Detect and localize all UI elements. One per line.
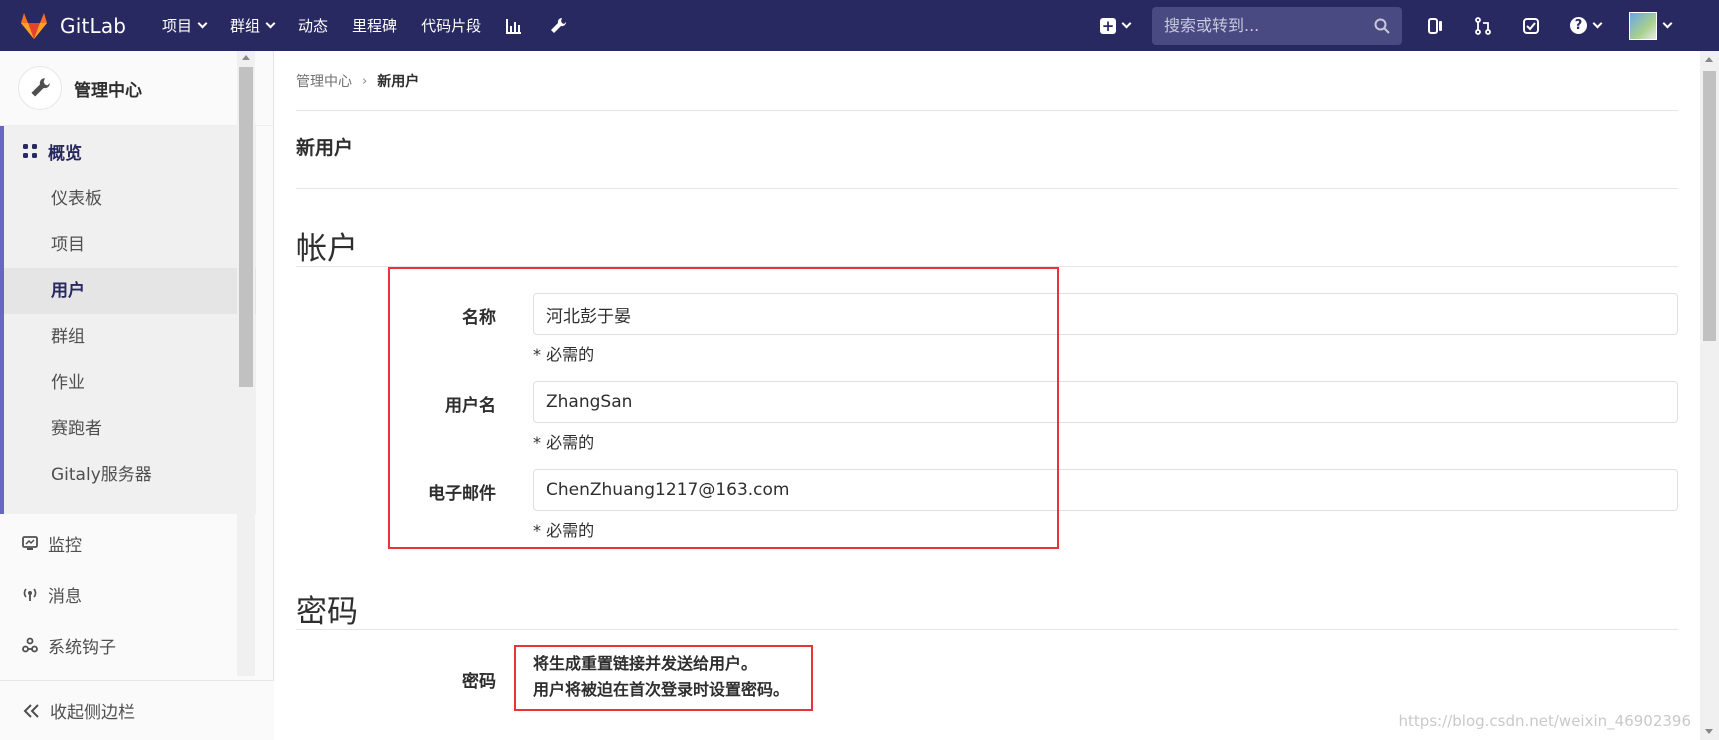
- chevron-down-icon: [1592, 18, 1603, 29]
- nav-activity[interactable]: 动态: [298, 15, 328, 36]
- nav-projects[interactable]: 项目: [162, 15, 208, 36]
- gitlab-logo-icon: [21, 12, 47, 39]
- sidebar-item-messages[interactable]: 消息: [0, 566, 256, 622]
- search-icon: [1374, 18, 1390, 34]
- password-section-title: 密码: [296, 594, 358, 630]
- gitlab-brand[interactable]: GitLab: [18, 10, 148, 42]
- brand-name: GitLab: [60, 13, 127, 38]
- nav-groups[interactable]: 群组: [230, 15, 276, 36]
- page-scroll-thumb[interactable]: [1703, 71, 1716, 341]
- sidebar-item-overview-label: 概览: [48, 143, 82, 164]
- password-label: 密码: [462, 672, 496, 692]
- page-title: 新用户: [296, 137, 354, 159]
- sidebar-item-monitoring-label: 监控: [48, 535, 82, 556]
- broadcast-icon: [22, 586, 38, 602]
- help-dropdown[interactable]: ?: [1570, 17, 1603, 34]
- new-dropdown-button[interactable]: +: [1100, 16, 1132, 35]
- nav-milestones-label: 里程碑: [352, 17, 398, 35]
- divider: [296, 629, 1678, 630]
- search-box[interactable]: [1152, 6, 1402, 45]
- sidebar-item-system-hooks[interactable]: 系统钩子: [0, 617, 256, 673]
- help-icon: ?: [1570, 17, 1587, 34]
- wrench-icon: [31, 78, 50, 97]
- chevron-down-icon: [1121, 18, 1132, 29]
- scroll-up-icon[interactable]: [242, 55, 250, 60]
- chevron-down-icon: [197, 18, 208, 29]
- sidebar-scroll-thumb[interactable]: [239, 67, 253, 387]
- scroll-up-icon[interactable]: [1705, 57, 1713, 62]
- double-chevron-left-icon: [23, 703, 39, 718]
- user-menu[interactable]: [1629, 11, 1673, 40]
- breadcrumb-parent-link[interactable]: 管理中心: [296, 71, 352, 91]
- sidebar-item-users[interactable]: 用户: [4, 268, 256, 314]
- sidebar-scrollbar[interactable]: [237, 51, 255, 676]
- nav-activity-label: 动态: [298, 17, 329, 35]
- breadcrumb-separator: ›: [362, 73, 368, 89]
- scroll-down-icon[interactable]: [1705, 729, 1713, 734]
- sidebar-item-dashboard[interactable]: 仪表板: [4, 176, 256, 222]
- breadcrumb: 管理中心 › 新用户: [296, 71, 419, 91]
- admin-avatar: [18, 66, 62, 110]
- sidebar-item-system-hooks-label: 系统钩子: [48, 637, 116, 658]
- collapse-sidebar-label: 收起侧边栏: [50, 703, 135, 723]
- avatar: [1629, 11, 1657, 40]
- chart-icon[interactable]: [505, 17, 523, 35]
- breadcrumb-current: 新用户: [377, 74, 420, 90]
- nav-groups-label: 群组: [230, 17, 261, 35]
- main-nav: 项目 群组 动态 里程碑 代码片段: [162, 15, 593, 36]
- monitor-icon: [22, 535, 38, 551]
- merge-request-icon[interactable]: [1474, 16, 1494, 36]
- highlight-box-account: [388, 267, 1059, 549]
- main-content: 管理中心 › 新用户 新用户 帐户 名称 * 必需的 用户名 * 必需的 电子邮…: [296, 51, 1678, 740]
- chevron-down-icon: [265, 18, 276, 29]
- page-scrollbar[interactable]: [1700, 51, 1719, 740]
- sidebar-item-projects[interactable]: 项目: [4, 222, 256, 268]
- sidebar-item-overview[interactable]: 概览: [4, 126, 256, 176]
- wrench-icon[interactable]: [549, 17, 567, 35]
- hook-icon: [22, 637, 38, 653]
- divider: [296, 188, 1678, 189]
- issues-icon[interactable]: [1426, 16, 1446, 36]
- nav-projects-label: 项目: [162, 17, 193, 35]
- grid-icon: [23, 144, 37, 158]
- account-section-title: 帐户: [296, 231, 358, 267]
- top-navbar: GitLab 项目 群组 动态 里程碑 代码片段 + 搜索或转到... ?: [0, 0, 1719, 51]
- highlight-box-password: [514, 645, 813, 711]
- watermark: https://blog.csdn.net/weixin_46902396: [1398, 712, 1691, 730]
- sidebar-title: 管理中心: [74, 80, 142, 101]
- chevron-down-icon: [1662, 18, 1673, 29]
- sidebar-group-overview: 概览 仪表板 项目 用户 群组 作业 赛跑者 Gitaly服务器: [0, 126, 256, 514]
- divider: [296, 110, 1678, 111]
- admin-sidebar: 管理中心 概览 仪表板 项目 用户 群组 作业 赛跑者 Gitaly服务器 监控…: [0, 51, 274, 740]
- sidebar-item-jobs[interactable]: 作业: [4, 360, 256, 406]
- nav-snippets-label: 代码片段: [421, 17, 482, 35]
- sidebar-item-monitoring[interactable]: 监控: [0, 515, 256, 571]
- collapse-sidebar-button[interactable]: 收起侧边栏: [0, 680, 274, 740]
- nav-snippets[interactable]: 代码片段: [421, 15, 481, 36]
- plus-icon: +: [1100, 16, 1116, 35]
- search-input[interactable]: [1164, 16, 1374, 35]
- sidebar-item-gitaly-servers[interactable]: Gitaly服务器: [4, 452, 256, 498]
- nav-milestones[interactable]: 里程碑: [352, 15, 397, 36]
- sidebar-item-runners[interactable]: 赛跑者: [4, 406, 256, 452]
- sidebar-header[interactable]: 管理中心: [0, 51, 273, 126]
- todo-icon[interactable]: [1522, 16, 1542, 36]
- sidebar-item-messages-label: 消息: [48, 586, 82, 607]
- nav-right: + ?: [1100, 0, 1719, 51]
- sidebar-item-groups[interactable]: 群组: [4, 314, 256, 360]
